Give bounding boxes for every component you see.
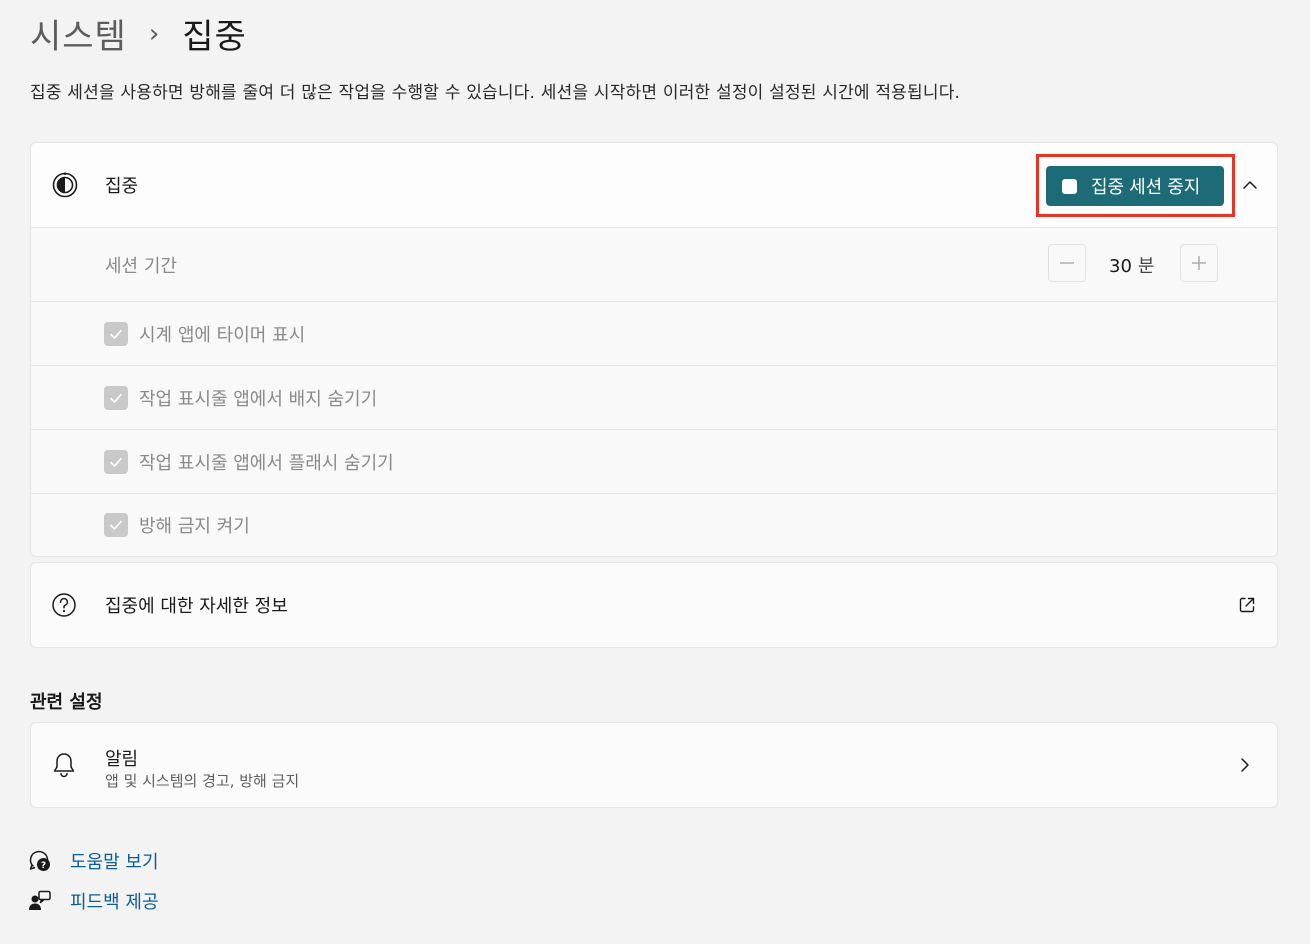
chevron-up-icon[interactable] [1239,174,1261,196]
related-settings-heading: 관련 설정 [30,692,103,713]
focus-timer-icon [52,172,78,198]
focus-info-title: 집중에 대한 자세한 정보 [105,596,288,617]
option-checkbox[interactable] [104,513,128,537]
decrease-duration-button[interactable] [1048,244,1086,282]
option-row: 방해 금지 켜기 [31,494,1277,556]
session-duration-number: 30 [1109,255,1132,277]
stop-icon [1062,178,1077,194]
give-feedback-link[interactable]: 피드백 제공 [28,888,159,914]
session-duration-value: 30 분 [1109,252,1154,278]
page-title: 집중 [182,16,247,57]
bell-icon [53,753,75,778]
chevron-right-icon [1241,758,1249,772]
session-duration-label: 세션 기간 [105,255,177,277]
breadcrumb-separator: › [148,19,161,49]
notifications-title: 알림 [105,749,139,770]
focus-header-row[interactable]: 집중 집중 세션 중지 [31,143,1277,228]
option-checkbox[interactable] [104,321,128,346]
svg-text:?: ? [41,861,46,871]
focus-info-link[interactable]: 집중에 대한 자세한 정보 [30,562,1278,648]
session-duration-unit: 분 [1137,255,1155,277]
option-checkbox[interactable] [104,385,128,410]
checkmark-icon [110,329,122,339]
focus-card: 집중 집중 세션 중지 세션 기간 30 분 시계 앱에 타이머 표시 작업 표… [30,142,1278,557]
checkmark-icon [110,457,122,467]
page-description: 집중 세션을 사용하면 방해를 줄여 더 많은 작업을 수행할 수 있습니다. … [30,83,961,103]
option-label: 작업 표시줄 앱에서 배지 숨기기 [139,388,378,410]
option-row: 작업 표시줄 앱에서 플래시 숨기기 [31,430,1277,494]
session-duration-row: 세션 기간 30 분 [31,228,1277,302]
option-row: 작업 표시줄 앱에서 배지 숨기기 [31,366,1277,430]
get-help-label: 도움말 보기 [70,852,159,873]
notifications-subtitle: 앱 및 시스템의 경고, 방해 금지 [105,772,300,790]
help-chat-icon: ? [29,850,50,871]
stop-focus-session-label: 집중 세션 중지 [1091,177,1201,197]
checkmark-icon [110,393,122,403]
feedback-icon [29,890,51,910]
minus-icon [1060,262,1074,264]
plus-icon [1192,256,1206,270]
option-label: 작업 표시줄 앱에서 플래시 숨기기 [139,452,394,474]
get-help-link[interactable]: ? 도움말 보기 [28,848,159,874]
option-checkbox[interactable] [104,449,128,474]
breadcrumb-parent[interactable]: 시스템 [30,9,127,58]
breadcrumb: 시스템 › 집중 [30,8,247,58]
option-label: 시계 앱에 타이머 표시 [139,324,306,346]
checkmark-icon [110,520,122,530]
option-label: 방해 금지 켜기 [139,516,250,537]
increase-duration-button[interactable] [1180,244,1218,282]
open-external-icon [1239,597,1255,613]
option-row: 시계 앱에 타이머 표시 [31,302,1277,366]
give-feedback-label: 피드백 제공 [70,892,159,913]
stop-focus-session-button[interactable]: 집중 세션 중지 [1046,166,1224,206]
help-circle-icon [52,593,76,617]
notifications-link[interactable]: 알림 앱 및 시스템의 경고, 방해 금지 [30,722,1278,808]
focus-title: 집중 [105,176,139,197]
